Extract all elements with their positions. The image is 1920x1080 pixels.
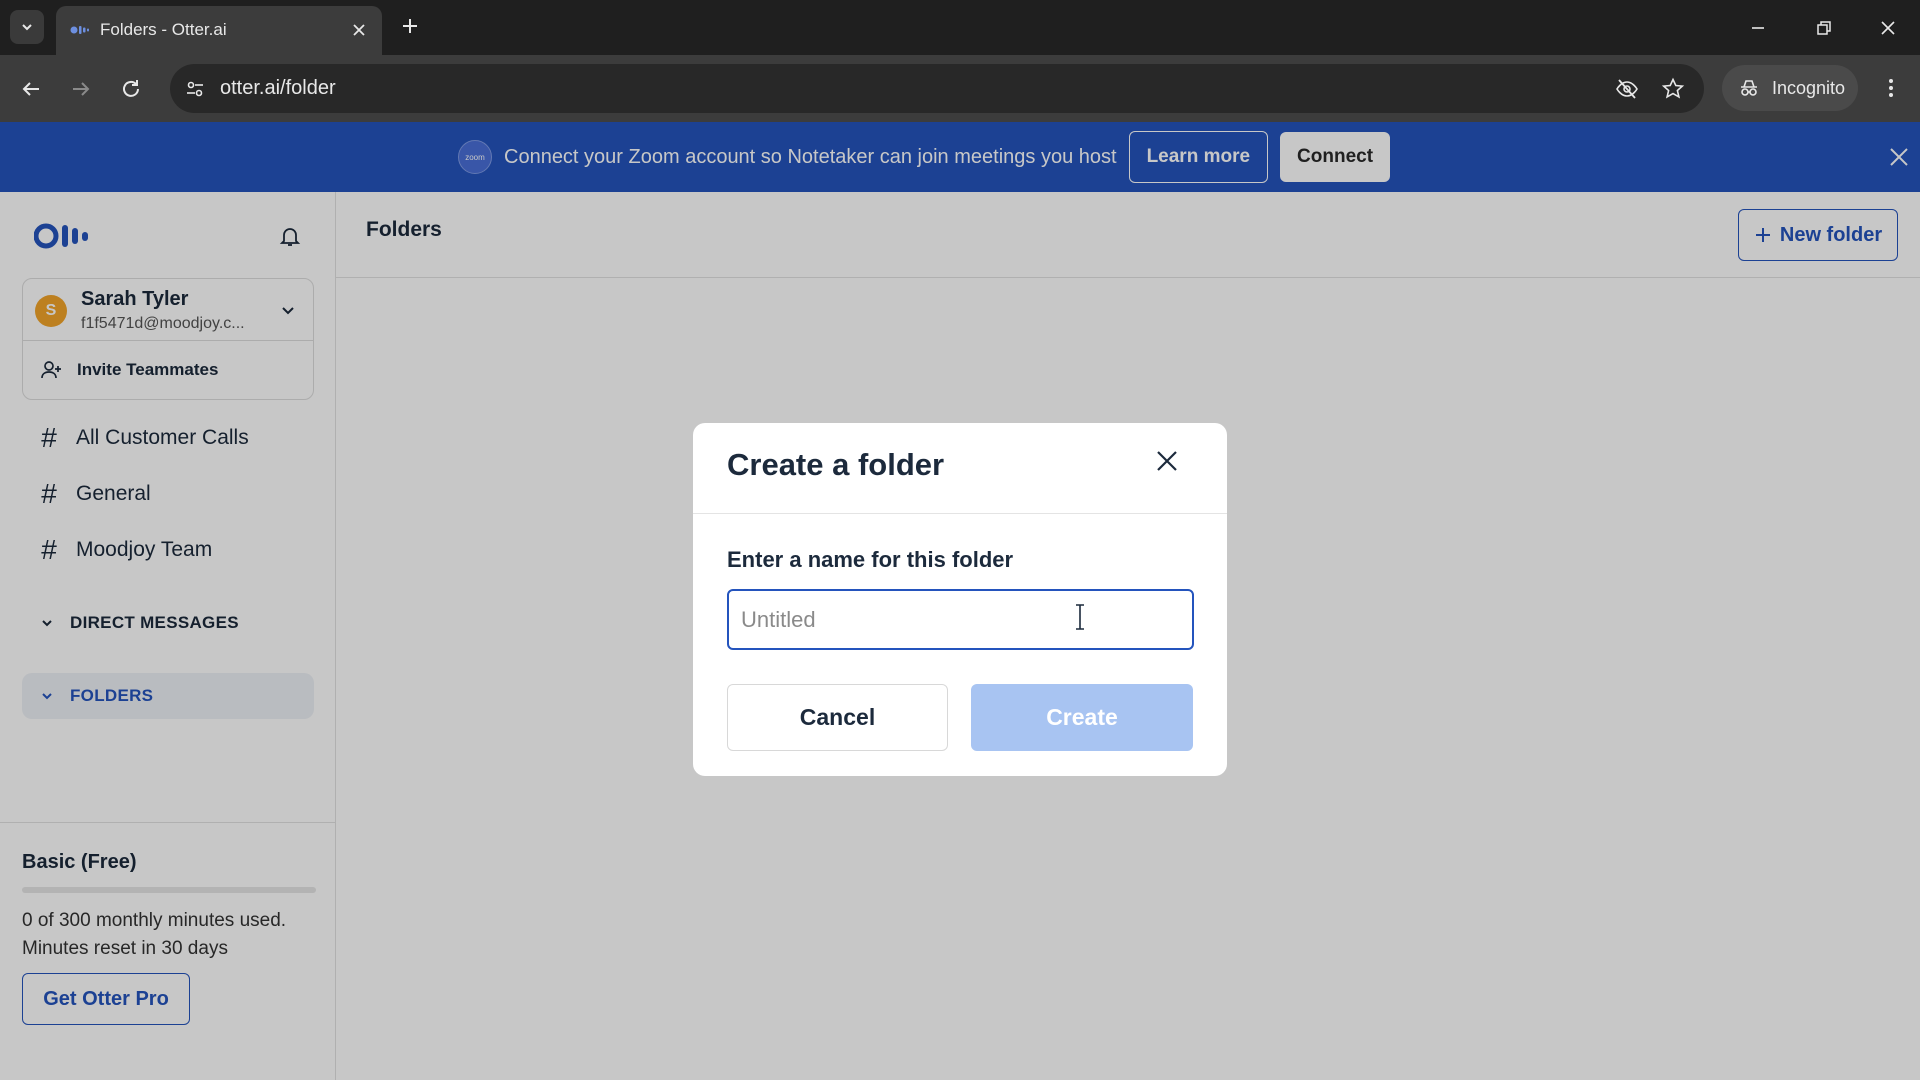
url-text: otter.ai/folder bbox=[220, 77, 336, 99]
restore-button[interactable] bbox=[1810, 14, 1838, 42]
minimize-icon bbox=[1752, 27, 1764, 29]
restore-icon bbox=[1817, 21, 1831, 35]
dialog-header: Create a folder bbox=[693, 423, 1227, 514]
incognito-label: Incognito bbox=[1772, 77, 1846, 98]
tab-close-button[interactable] bbox=[348, 19, 370, 41]
forward-button[interactable] bbox=[66, 74, 96, 104]
create-button[interactable]: Create bbox=[971, 684, 1193, 751]
text-cursor-icon bbox=[1076, 604, 1084, 630]
reload-button[interactable] bbox=[116, 74, 146, 104]
page-content: zoom Connect your Zoom account so Noteta… bbox=[0, 122, 1920, 1080]
incognito-indicator[interactable]: Incognito bbox=[1722, 65, 1858, 111]
browser-tab-active[interactable]: Folders - Otter.ai bbox=[56, 6, 382, 55]
dialog-close-button[interactable] bbox=[1151, 445, 1183, 477]
dialog-title: Create a folder bbox=[727, 447, 945, 482]
tune-icon bbox=[187, 81, 203, 97]
address-bar[interactable]: otter.ai/folder bbox=[170, 64, 1704, 113]
eye-off-icon bbox=[1616, 79, 1638, 99]
incognito-icon bbox=[1741, 80, 1757, 96]
browser-menu-button[interactable] bbox=[1876, 73, 1906, 103]
arrow-right-icon bbox=[73, 82, 90, 96]
browser-toolbar: otter.ai/folder Incognito bbox=[0, 55, 1920, 122]
otter-favicon-icon bbox=[70, 26, 89, 34]
tracking-protection-button[interactable] bbox=[1614, 76, 1640, 102]
more-vertical-icon bbox=[1889, 79, 1893, 97]
tab-title: Folders - Otter.ai bbox=[100, 20, 227, 39]
site-info-button[interactable] bbox=[182, 76, 208, 102]
browser-tab-bar: Folders - Otter.ai bbox=[0, 0, 1920, 55]
create-folder-dialog: Create a folder Enter a name for this fo… bbox=[693, 423, 1227, 776]
bookmark-button[interactable] bbox=[1660, 76, 1686, 102]
reload-icon bbox=[123, 80, 139, 97]
arrow-left-icon bbox=[22, 82, 39, 96]
chevron-down-icon bbox=[22, 24, 32, 31]
folder-name-input[interactable] bbox=[727, 589, 1194, 650]
close-window-button[interactable] bbox=[1874, 14, 1902, 42]
new-tab-button[interactable] bbox=[398, 14, 422, 38]
close-icon bbox=[353, 24, 365, 36]
close-icon bbox=[1881, 21, 1895, 35]
cancel-button[interactable]: Cancel bbox=[727, 684, 948, 751]
tab-search-button[interactable] bbox=[10, 10, 44, 44]
back-button[interactable] bbox=[16, 74, 46, 104]
close-icon bbox=[1157, 451, 1177, 471]
star-icon bbox=[1661, 77, 1685, 99]
plus-icon bbox=[403, 19, 417, 33]
folder-name-label: Enter a name for this folder bbox=[727, 547, 1014, 572]
minimize-button[interactable] bbox=[1744, 14, 1772, 42]
